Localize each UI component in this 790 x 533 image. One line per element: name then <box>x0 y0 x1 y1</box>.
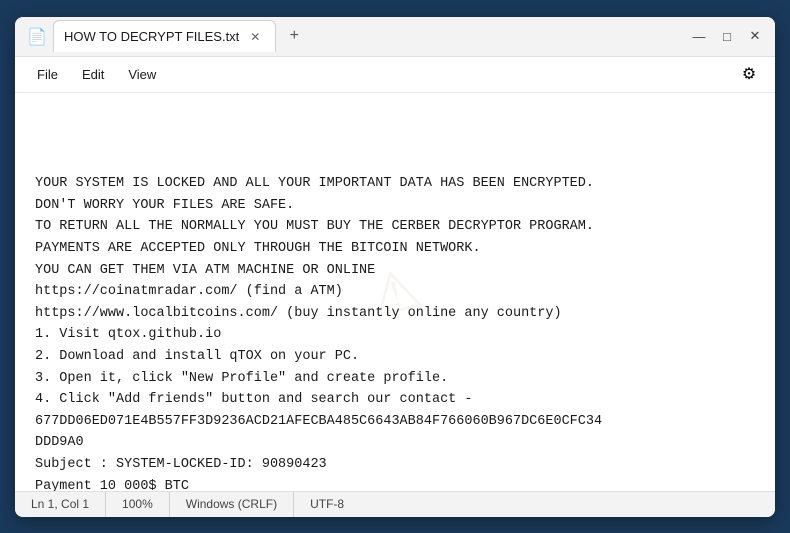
text-editor[interactable]: ⚠ YOUR SYSTEM IS LOCKED AND ALL YOUR IMP… <box>15 93 775 491</box>
line-ending: Windows (CRLF) <box>170 492 294 517</box>
menu-edit[interactable]: Edit <box>72 63 114 86</box>
minimize-button[interactable]: — <box>691 28 707 44</box>
editor-area: ⚠ YOUR SYSTEM IS LOCKED AND ALL YOUR IMP… <box>15 93 775 491</box>
zoom-level: 100% <box>106 492 170 517</box>
status-bar: Ln 1, Col 1 100% Windows (CRLF) UTF-8 <box>15 491 775 517</box>
window-controls: — □ ✕ <box>691 28 763 44</box>
menu-view[interactable]: View <box>118 63 166 86</box>
cursor-position: Ln 1, Col 1 <box>27 492 106 517</box>
maximize-button[interactable]: □ <box>719 28 735 44</box>
file-icon: 📄 <box>27 27 45 45</box>
close-button[interactable]: ✕ <box>747 28 763 44</box>
menu-file[interactable]: File <box>27 63 68 86</box>
active-tab[interactable]: HOW TO DECRYPT FILES.txt ✕ <box>53 20 276 52</box>
settings-icon[interactable]: ⚙ <box>735 60 763 88</box>
encoding: UTF-8 <box>294 492 360 517</box>
new-tab-button[interactable]: + <box>280 22 308 50</box>
menu-bar: File Edit View ⚙ <box>15 57 775 93</box>
notepad-window: 📄 HOW TO DECRYPT FILES.txt ✕ + — □ ✕ Fil… <box>15 17 775 517</box>
tab-close-button[interactable]: ✕ <box>247 29 263 45</box>
tab-title: HOW TO DECRYPT FILES.txt <box>64 29 239 44</box>
text-body: YOUR SYSTEM IS LOCKED AND ALL YOUR IMPOR… <box>35 173 755 490</box>
title-bar: 📄 HOW TO DECRYPT FILES.txt ✕ + — □ ✕ <box>15 17 775 57</box>
